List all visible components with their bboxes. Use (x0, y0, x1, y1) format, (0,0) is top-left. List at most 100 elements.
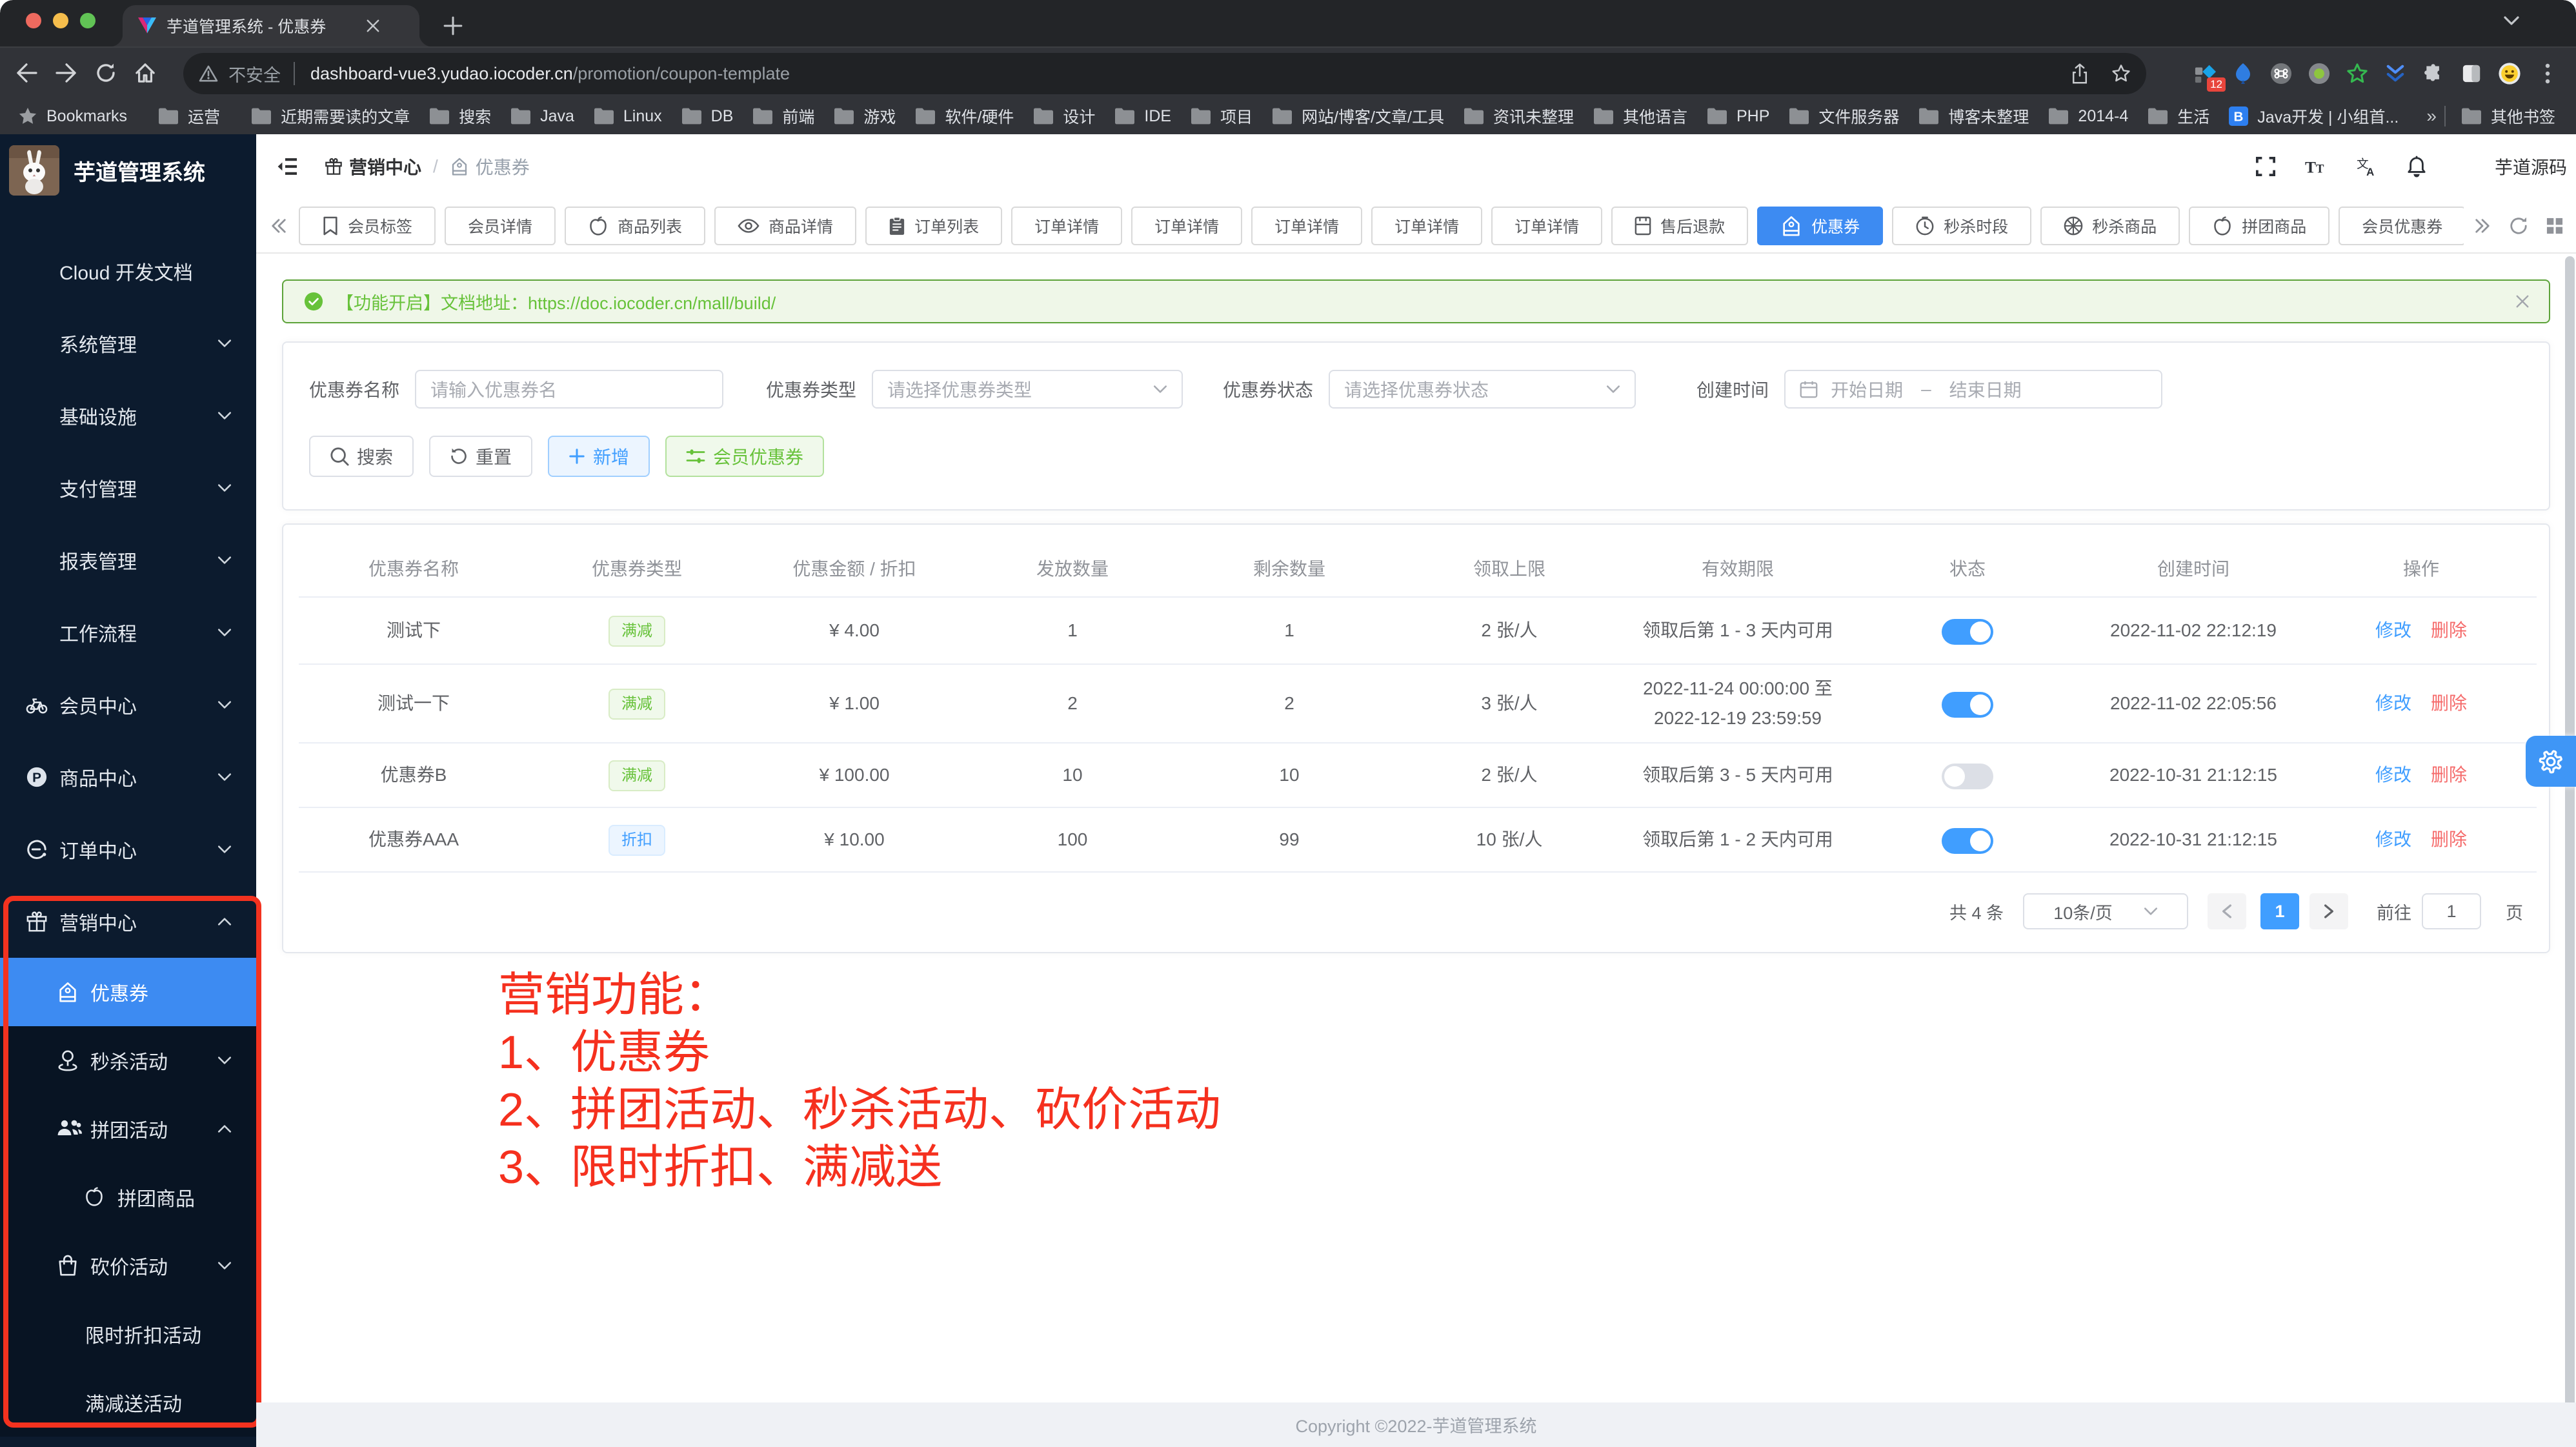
bookmarks-root[interactable]: Bookmarks (18, 106, 127, 126)
page-scrollbar[interactable] (2565, 256, 2575, 1409)
ext-square-icon[interactable] (2460, 62, 2483, 85)
edit-button[interactable]: 修改 (2375, 829, 2411, 849)
tab-会员优惠券[interactable]: 会员优惠券 (2339, 207, 2464, 245)
reload-icon[interactable] (96, 63, 116, 83)
status-toggle[interactable] (1942, 619, 1993, 645)
sidebar-item-秒杀活动[interactable]: 秒杀活动 (0, 1026, 256, 1095)
notification-bell-icon[interactable] (2407, 156, 2426, 177)
bookmark-folder[interactable]: 近期需要读的文章 (251, 105, 410, 128)
bookmark-folder[interactable]: 游戏 (834, 105, 896, 128)
tags-layout-icon[interactable] (2546, 218, 2563, 234)
window-controls[interactable] (26, 13, 96, 28)
status-toggle[interactable] (1942, 828, 1993, 854)
bookmark-folder[interactable]: 前端 (752, 105, 814, 128)
zoom-window-button[interactable] (80, 13, 96, 28)
sidebar-item-会员中心[interactable]: 会员中心 (0, 669, 256, 741)
coupon-status-select[interactable]: 请选择优惠券状态 (1329, 370, 1636, 409)
alert-close-icon[interactable] (2515, 294, 2530, 309)
tab-会员详情[interactable]: 会员详情 (445, 207, 556, 245)
status-toggle[interactable] (1942, 764, 1993, 789)
edit-button[interactable]: 修改 (2375, 620, 2411, 640)
bookmark-folder[interactable]: 博客未整理 (1918, 105, 2029, 128)
tab-订单详情[interactable]: 订单详情 (1011, 207, 1122, 245)
breadcrumb-item-marketing[interactable]: 营销中心 (325, 154, 421, 179)
collapse-sidebar-icon[interactable] (277, 157, 297, 176)
bookmark-folder[interactable]: 项目 (1191, 105, 1253, 128)
bookmark-folder[interactable]: 软件/硬件 (915, 105, 1014, 128)
tab-订单详情[interactable]: 订单详情 (1491, 207, 1602, 245)
tab-订单详情[interactable]: 订单详情 (1251, 207, 1362, 245)
fullscreen-icon[interactable] (2256, 157, 2275, 176)
sidebar-item-系统管理[interactable]: 系统管理 (0, 307, 256, 379)
tab-秒杀商品[interactable]: 秒杀商品 (2040, 207, 2180, 245)
delete-button[interactable]: 删除 (2431, 693, 2467, 713)
tags-refresh-icon[interactable] (2509, 216, 2528, 236)
status-toggle[interactable] (1942, 692, 1993, 718)
tab-拼团商品[interactable]: 拼团商品 (2189, 207, 2329, 245)
extensions-puzzle-icon[interactable] (2422, 62, 2445, 85)
profile-avatar-icon[interactable] (2498, 62, 2521, 85)
next-page-button[interactable] (2309, 893, 2348, 929)
delete-button[interactable]: 删除 (2431, 765, 2467, 785)
sidebar-item-商品中心[interactable]: P商品中心 (0, 741, 256, 813)
tab-会员标签[interactable]: 会员标签 (299, 207, 436, 245)
goto-page-input[interactable]: 1 (2422, 893, 2481, 929)
url-text[interactable]: dashboard-vue3.yudao.iocoder.cn/promotio… (310, 64, 790, 84)
tab-订单详情[interactable]: 订单详情 (1371, 207, 1482, 245)
tab-商品详情[interactable]: 商品详情 (714, 207, 856, 245)
bookmark-folder[interactable]: Linux (594, 107, 662, 126)
sidebar-item-工作流程[interactable]: 工作流程 (0, 596, 256, 669)
sidebar-item-支付管理[interactable]: 支付管理 (0, 452, 256, 524)
sidebar-item-满减送活动[interactable]: 满减送活动 (0, 1368, 256, 1437)
coupon-type-select[interactable]: 请选择优惠券类型 (872, 370, 1183, 409)
bookmark-folder[interactable]: 搜索 (429, 105, 491, 128)
ext-grid-icon[interactable]: 12 (2193, 62, 2217, 85)
bookmark-folder[interactable]: 生活 (2148, 105, 2209, 128)
date-range-picker[interactable]: 开始日期 – 结束日期 (1784, 370, 2162, 409)
ext-command-icon[interactable] (2269, 62, 2293, 85)
reset-button[interactable]: 重置 (429, 436, 532, 477)
tags-scroll-right-icon[interactable] (2474, 218, 2491, 234)
tab-售后退款[interactable]: 售后退款 (1611, 207, 1748, 245)
bookmark-folder[interactable]: PHP (1707, 107, 1769, 126)
font-size-icon[interactable]: TT (2305, 158, 2327, 175)
bookmark-folder[interactable]: 网站/博客/文章/工具 (1272, 105, 1444, 128)
bookmark-folder[interactable]: Java (510, 107, 574, 126)
username[interactable]: 芋道源码 (2495, 154, 2567, 179)
share-icon[interactable] (2071, 63, 2088, 84)
bookmark-folder[interactable]: 2014-4 (2048, 107, 2128, 126)
sidebar-item-基础设施[interactable]: 基础设施 (0, 379, 256, 452)
bookmark-folder[interactable]: 资讯未整理 (1464, 105, 1574, 128)
bookmark-folder[interactable]: 文件服务器 (1789, 105, 1899, 128)
new-tab-button[interactable] (440, 13, 466, 39)
sidebar-item-拼团商品[interactable]: 拼团商品 (0, 1163, 256, 1231)
search-button[interactable]: 搜索 (309, 436, 414, 477)
sidebar-item-营销中心[interactable]: 营销中心 (0, 885, 256, 958)
bookmark-folder[interactable]: IDE (1114, 107, 1171, 126)
security-warning-icon[interactable] (199, 65, 218, 82)
prev-page-button[interactable] (2208, 893, 2246, 929)
language-icon[interactable]: 文A (2357, 157, 2377, 176)
ext-kite-icon[interactable] (2231, 62, 2255, 85)
member-coupon-button[interactable]: 会员优惠券 (665, 436, 824, 477)
delete-button[interactable]: 删除 (2431, 829, 2467, 849)
bookmark-star-icon[interactable] (2111, 64, 2131, 83)
sidebar-item-订单中心[interactable]: 订单中心 (0, 813, 256, 885)
sidebar-item-Cloud 开发文档[interactable]: Cloud 开发文档 (0, 235, 256, 307)
ext-chevrons-icon[interactable] (2384, 62, 2407, 85)
other-bookmarks[interactable]: 其他书签 (2461, 105, 2555, 128)
address-bar[interactable]: 不安全 dashboard-vue3.yudao.iocoder.cn/prom… (183, 53, 2146, 94)
sidebar-item-限时折扣活动[interactable]: 限时折扣活动 (0, 1300, 256, 1368)
bookmarks-overflow[interactable]: » (2426, 106, 2437, 126)
home-icon[interactable] (134, 63, 156, 83)
tab-秒杀时段[interactable]: 秒杀时段 (1892, 207, 2031, 245)
bookmark-site[interactable]: B Java开发 | 小组首... (2229, 105, 2399, 128)
delete-button[interactable]: 删除 (2431, 620, 2467, 640)
bookmark-folder[interactable]: 设计 (1033, 105, 1095, 128)
sidebar-item-砍价活动[interactable]: 砍价活动 (0, 1231, 256, 1300)
browser-tab[interactable]: 芋道管理系统 - 优惠券 (123, 5, 419, 46)
tab-商品列表[interactable]: 商品列表 (565, 207, 705, 245)
ext-record-icon[interactable] (2308, 62, 2331, 85)
edit-button[interactable]: 修改 (2375, 693, 2411, 713)
sidebar-item-拼团活动[interactable]: 拼团活动 (0, 1095, 256, 1163)
